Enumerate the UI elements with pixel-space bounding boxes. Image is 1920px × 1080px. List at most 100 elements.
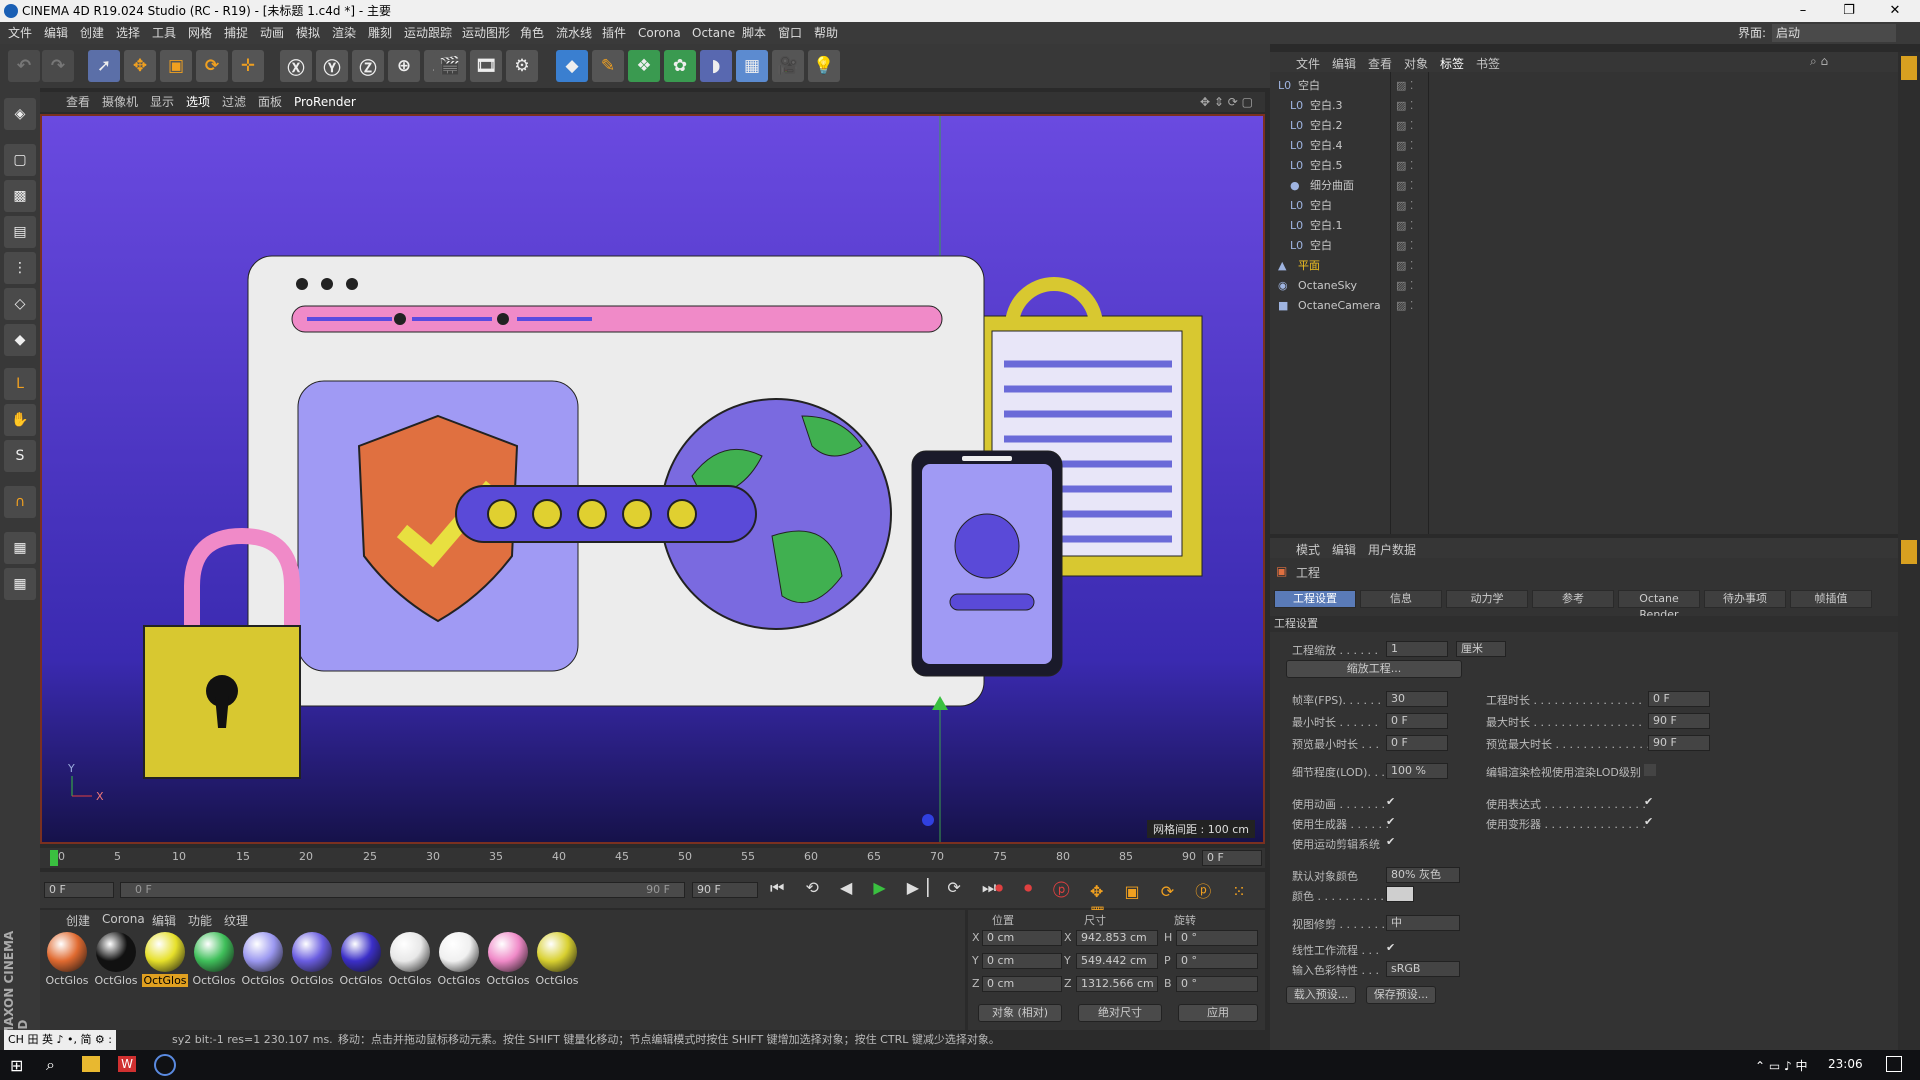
object-row[interactable]: L0 空白 ▨ ⁚ (1270, 236, 1898, 256)
snap-icon[interactable]: S (4, 440, 36, 472)
viewport[interactable]: Y X 网格间距 : 100 cm (40, 114, 1265, 844)
menu-script[interactable]: 脚本 (742, 22, 766, 44)
notification-icon[interactable] (1886, 1056, 1902, 1072)
end-frame-field[interactable]: 90 F (692, 882, 758, 898)
tab-reference[interactable]: 参考 (1532, 590, 1614, 608)
texture-mode-icon[interactable]: ▩ (4, 180, 36, 212)
vp-nav-icons[interactable]: ✥ ⇕ ⟳ ▢ (1200, 92, 1253, 112)
coord-rot-field[interactable]: 0 ° (1176, 930, 1258, 946)
close-button[interactable]: ✕ (1872, 0, 1918, 22)
object-name[interactable]: 细分曲面 (1310, 176, 1354, 196)
material-swatch[interactable]: OctGlos (338, 932, 384, 996)
object-row[interactable]: L0 空白.2 ▨ ⁚ (1270, 116, 1898, 136)
input-color-select[interactable]: sRGB (1386, 961, 1460, 977)
point-mode-icon[interactable]: ⋮ (4, 252, 36, 284)
scale-icon[interactable]: ▣ (160, 50, 192, 82)
subdivision-icon[interactable]: ❖ (628, 50, 660, 82)
cinema4d-taskbar-icon[interactable] (154, 1054, 176, 1076)
load-preset-button[interactable]: 载入预设... (1286, 986, 1356, 1004)
visibility-toggle-icon[interactable]: ▨ ⁚ (1396, 256, 1413, 276)
visibility-toggle-icon[interactable]: ▨ ⁚ (1396, 76, 1413, 96)
max-time-field[interactable]: 90 F (1648, 713, 1710, 729)
menu-window[interactable]: 窗口 (778, 22, 802, 44)
use-deformers-checkbox[interactable]: ✔ (1644, 816, 1656, 828)
tab-todo[interactable]: 待办事项 (1704, 590, 1786, 608)
material-swatch[interactable]: OctGlos (191, 932, 237, 996)
linear-workflow-checkbox[interactable]: ✔ (1386, 942, 1398, 954)
record-buttons[interactable]: ⏺ ⏺ ⓟ (995, 878, 1078, 898)
polygon-mode-icon[interactable]: ◆ (4, 324, 36, 356)
transform-icon[interactable]: ✛ (232, 50, 264, 82)
default-color-select[interactable]: 80% 灰色 (1386, 867, 1460, 883)
object-name[interactable]: 空白.5 (1310, 156, 1343, 176)
object-row[interactable]: L0 空白.5 ▨ ⁚ (1270, 156, 1898, 176)
scale-unit-select[interactable]: 厘米 (1456, 641, 1506, 657)
maximize-button[interactable]: ❐ (1826, 0, 1872, 22)
vp-menu-cameras[interactable]: 摄像机 (102, 92, 138, 112)
mat-menu-texture[interactable]: 纹理 (224, 912, 248, 929)
move-icon[interactable]: ✥ (124, 50, 156, 82)
menu-create[interactable]: 创建 (80, 22, 104, 44)
size-mode-select[interactable]: 绝对尺寸 (1078, 1004, 1162, 1022)
apply-button[interactable]: 应用 (1178, 1004, 1258, 1022)
world-coord-icon[interactable]: ⊕ (388, 50, 420, 82)
magnet-icon[interactable]: ∩ (4, 486, 36, 518)
vp-menu-options[interactable]: 选项 (186, 92, 210, 112)
lod-field[interactable]: 100 % (1386, 763, 1448, 779)
object-row[interactable]: ◉ OctaneSky ▨ ⁚ (1270, 276, 1898, 296)
object-name[interactable]: 空白 (1298, 76, 1320, 96)
planar-workplane-icon[interactable]: ▦ (4, 568, 36, 600)
obj-menu-tags[interactable]: 标签 (1440, 55, 1464, 72)
object-row[interactable]: L0 空白.3 ▨ ⁚ (1270, 96, 1898, 116)
attr-menu-mode[interactable]: 模式 (1296, 541, 1320, 558)
object-row[interactable]: L0 空白 ▨ ⁚ (1270, 196, 1898, 216)
coord-rot-field[interactable]: 0 ° (1176, 976, 1258, 992)
layout-select[interactable]: 启动 (1772, 24, 1896, 42)
redo-icon[interactable]: ↷ (42, 50, 74, 82)
obj-menu-view[interactable]: 查看 (1368, 55, 1392, 72)
attr-menu-edit[interactable]: 编辑 (1332, 541, 1356, 558)
object-name[interactable]: 空白 (1310, 196, 1332, 216)
render-picture-icon[interactable]: 🎞 (470, 50, 502, 82)
system-tray-icons[interactable]: ⌃ ▭ ♪ 中 (1755, 1057, 1808, 1074)
vp-menu-display[interactable]: 显示 (150, 92, 174, 112)
project-length-field[interactable]: 0 F (1648, 691, 1710, 707)
object-name[interactable]: 空白.1 (1310, 216, 1343, 236)
object-row[interactable]: ■ OctaneCamera ▨ ⁚ (1270, 296, 1898, 316)
current-frame-field[interactable]: 0 F (1202, 850, 1262, 866)
obj-menu-objects[interactable]: 对象 (1404, 55, 1428, 72)
cube-icon[interactable]: ◆ (556, 50, 588, 82)
rotate-icon[interactable]: ⟳ (196, 50, 228, 82)
visibility-toggle-icon[interactable]: ▨ ⁚ (1396, 196, 1413, 216)
obj-menu-file[interactable]: 文件 (1296, 55, 1320, 72)
menu-character[interactable]: 角色 (520, 22, 544, 44)
light-icon[interactable]: 💡 (808, 50, 840, 82)
menu-sculpt[interactable]: 雕刻 (368, 22, 392, 44)
scale-project-button[interactable]: 缩放工程... (1286, 660, 1462, 678)
object-row[interactable]: ▲ 平面 ▨ ⁚ (1270, 256, 1898, 276)
edge-mode-icon[interactable]: ◇ (4, 288, 36, 320)
menu-motion-tracking[interactable]: 运动跟踪 (404, 22, 452, 44)
file-explorer-icon[interactable] (82, 1056, 100, 1072)
timeline-ruler[interactable]: 0 5 10 15 20 25 30 35 40 45 50 55 60 65 … (40, 848, 1265, 868)
visibility-toggle-icon[interactable]: ▨ ⁚ (1396, 296, 1413, 316)
object-row[interactable]: L0 空白.4 ▨ ⁚ (1270, 136, 1898, 156)
tab-dynamics[interactable]: 动力学 (1446, 590, 1528, 608)
object-name[interactable]: 空白.3 (1310, 96, 1343, 116)
make-editable-icon[interactable]: ◈ (4, 98, 36, 130)
start-frame-field[interactable]: 0 F (44, 882, 114, 898)
obj-menu-bookmarks[interactable]: 书签 (1476, 55, 1500, 72)
use-animation-checkbox[interactable]: ✔ (1386, 796, 1398, 808)
object-name[interactable]: 平面 (1298, 256, 1320, 276)
color-swatch[interactable] (1386, 886, 1414, 902)
fps-field[interactable]: 30 (1386, 691, 1448, 707)
tab-octane-render[interactable]: Octane Render (1618, 590, 1700, 621)
object-name[interactable]: OctaneSky (1298, 276, 1357, 296)
undo-icon[interactable]: ↶ (8, 50, 40, 82)
scale-field[interactable]: 1 (1386, 641, 1448, 657)
floor-icon[interactable]: ▦ (736, 50, 768, 82)
render-lod-checkbox[interactable] (1644, 764, 1656, 776)
view-clipping-select[interactable]: 中 (1386, 915, 1460, 931)
deformer-icon[interactable]: ◗ (700, 50, 732, 82)
menu-select[interactable]: 选择 (116, 22, 140, 44)
